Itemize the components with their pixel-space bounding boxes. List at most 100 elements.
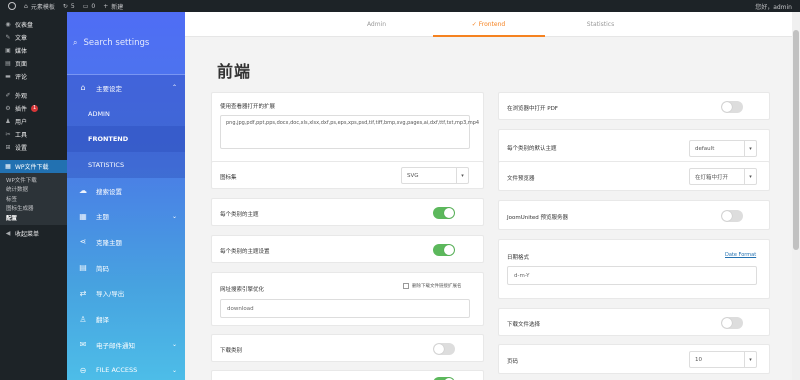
submenu-item-icon-builder[interactable]: 图标生成器 bbox=[0, 204, 67, 214]
sidebar-item-theme[interactable]: ▦ 主题 ⌄ bbox=[67, 203, 185, 229]
settings-search[interactable]: ⌕ Search settings bbox=[67, 12, 185, 74]
sidebar-item-clone-theme[interactable]: ⋖ 克隆主题 bbox=[67, 229, 185, 255]
sidebar-item-email-notify[interactable]: ✉ 电子邮件通知 ⌄ bbox=[67, 332, 185, 358]
field-label: 下载类别 bbox=[220, 348, 243, 354]
chevron-down-icon: ⌄ bbox=[171, 341, 177, 349]
date-format-link[interactable]: Date Format bbox=[725, 252, 756, 258]
menu-item-comment[interactable]: ▬ 评论 bbox=[0, 70, 67, 83]
select-value: 10 bbox=[695, 356, 702, 363]
pin-icon: ✎ bbox=[5, 34, 11, 41]
menu-item-settings[interactable]: ⊞ 设置 bbox=[0, 141, 67, 154]
page-scrollbar[interactable] bbox=[792, 12, 800, 380]
collapse-icon: ◀ bbox=[5, 229, 11, 237]
chevron-down-icon: ▾ bbox=[456, 168, 468, 183]
file-access-icon: ⊖ bbox=[79, 365, 87, 375]
menu-item-plugins[interactable]: ⚙ 插件 1 bbox=[0, 102, 67, 115]
collapse-menu-button[interactable]: ◀ 收起菜单 bbox=[0, 227, 67, 240]
sidebar-item-search-settings[interactable]: ☁ 搜索设置 bbox=[67, 178, 185, 204]
field-label: 每个类别的主题设置 bbox=[220, 249, 270, 255]
field-label: 使用查看器打开的扩展 bbox=[220, 104, 276, 110]
menu-item-dashboard[interactable]: ◉ 仪表盘 bbox=[0, 18, 67, 31]
users-icon: ♟ bbox=[5, 118, 11, 125]
tab-frontend[interactable]: ✓ Frontend bbox=[432, 12, 545, 37]
chevron-down-icon: ▾ bbox=[744, 141, 756, 156]
menu-label: 插件 bbox=[15, 106, 28, 113]
file-preview-select[interactable]: 在灯箱中打开 ▾ bbox=[689, 168, 757, 185]
sidebar-item-statistics[interactable]: STATISTICS bbox=[67, 152, 185, 178]
sidebar-item-frontend[interactable]: FRONTEND bbox=[67, 126, 185, 153]
email-notify-icon: ✉ bbox=[79, 340, 87, 350]
date-format-input[interactable]: d-m-Y bbox=[507, 266, 757, 285]
remove-extension-checkbox[interactable] bbox=[403, 283, 409, 289]
default-theme-select[interactable]: default ▾ bbox=[689, 140, 757, 157]
chevron-down-icon: ⌄ bbox=[171, 366, 177, 374]
theme-per-category-setting-toggle[interactable] bbox=[433, 244, 455, 256]
chevron-up-icon: ⌃ bbox=[171, 84, 177, 92]
download-select-toggle[interactable] bbox=[721, 317, 743, 329]
updates-link[interactable]: ↻ 5 bbox=[63, 3, 75, 10]
pagination-select[interactable]: 10 ▾ bbox=[689, 351, 757, 368]
import-export-icon: ⇄ bbox=[79, 288, 87, 298]
download-category-toggle[interactable] bbox=[433, 343, 455, 355]
tab-statistics[interactable]: Statistics bbox=[545, 12, 657, 36]
settings-icon: ⊞ bbox=[5, 144, 11, 151]
menu-item-pin[interactable]: ✎ 文章 bbox=[0, 31, 67, 44]
collapse-label: 收起菜单 bbox=[15, 230, 40, 238]
sidebar-item-file-access[interactable]: ⊖ FILE ACCESS ⌄ bbox=[67, 358, 185, 380]
sidebar-item-admin[interactable]: ADMIN bbox=[67, 100, 185, 127]
remove-extension-option[interactable]: 删除下载文件链接扩展名 bbox=[403, 283, 462, 289]
menu-item-media[interactable]: ▣ 媒体 bbox=[0, 44, 67, 57]
site-name: 元素模板 bbox=[30, 3, 55, 11]
extensions-textarea[interactable]: png,jpg,pdf,ppt,pps,docx,doc,xls,xlsx,dx… bbox=[220, 115, 479, 149]
select-value: SVG bbox=[407, 172, 419, 179]
account-menu[interactable]: 您好，admin bbox=[755, 2, 792, 11]
theme-icon: ▦ bbox=[79, 211, 87, 221]
comments-link[interactable]: ▭ 0 bbox=[83, 3, 96, 10]
icon-set-select[interactable]: SVG ▾ bbox=[401, 167, 469, 184]
card-file-preview: 文件预览器 在灯箱中打开 ▾ bbox=[498, 161, 770, 191]
sidebar-item-translate[interactable]: ♙ 翻译 bbox=[67, 306, 185, 332]
sidebar-item-main-settings[interactable]: ⌂ 主要设定 ⌃ bbox=[67, 75, 185, 101]
tab-admin[interactable]: Admin bbox=[321, 12, 433, 36]
menu-label: 设置 bbox=[15, 145, 28, 152]
chevron-down-icon: ▾ bbox=[744, 352, 756, 367]
sidebar-item-label: FRONTEND bbox=[88, 135, 129, 144]
field-label: 每个类别的主题 bbox=[220, 212, 259, 218]
comment-bubble-icon: ▭ bbox=[82, 2, 89, 10]
wp-logo-menu[interactable] bbox=[8, 2, 16, 10]
plus-icon: + bbox=[103, 2, 109, 10]
check-icon: ✓ bbox=[471, 21, 477, 28]
menu-item-wp-file-download[interactable]: ▦ WP文件下载 bbox=[0, 160, 67, 173]
media-icon: ▣ bbox=[5, 47, 11, 54]
wp-admin-menu: ◉ 仪表盘 ✎ 文章 ▣ 媒体 ▤ 页面 ▬ 评论 ✐ 外观 ⚙ 插件 1 ♟ 用户 ✂ 工具 ⊞ 设置 ▦ WP文件下… bbox=[0, 12, 67, 380]
card-download-select: 下载文件选择 bbox=[498, 308, 770, 336]
site-name-link[interactable]: ⌂ 元素模板 bbox=[24, 2, 55, 11]
submenu-item-files[interactable]: WP文件下载 bbox=[0, 175, 67, 185]
sidebar-item-label: 导入/导出 bbox=[96, 290, 125, 299]
scrollbar-thumb[interactable] bbox=[793, 30, 799, 250]
menu-item-page[interactable]: ▤ 页面 bbox=[0, 57, 67, 70]
new-content-link[interactable]: + 新建 bbox=[103, 2, 123, 11]
sidebar-item-import-export[interactable]: ⇄ 导入/导出 bbox=[67, 281, 185, 307]
chevron-down-icon: ▾ bbox=[744, 169, 756, 184]
plugin-settings-sidebar: ⌕ Search settings ⌂ 主要设定 ⌃ ADMIN FRONTEN… bbox=[67, 12, 185, 380]
theme-per-category-toggle[interactable] bbox=[433, 207, 455, 219]
joomunited-toggle[interactable] bbox=[721, 210, 743, 222]
menu-item-tools[interactable]: ✂ 工具 bbox=[0, 128, 67, 141]
card-url-rewrite: 网址搜索引擎优化 删除下载文件链接扩展名 download bbox=[211, 272, 484, 326]
url-rewrite-input[interactable]: download bbox=[220, 299, 470, 318]
submenu-item-statistics[interactable]: 统计数据 bbox=[0, 185, 67, 195]
updates-icon: ↻ bbox=[62, 2, 68, 10]
admin-bar: ⌂ 元素模板 ↻ 5 ▭ 0 + 新建 您好，admin bbox=[0, 0, 800, 12]
submenu-item-tags[interactable]: 标签 bbox=[0, 194, 67, 204]
search-input[interactable]: Search settings bbox=[83, 38, 149, 48]
sidebar-item-shortcode[interactable]: ▤ 简码 bbox=[67, 255, 185, 281]
open-pdf-toggle[interactable] bbox=[721, 101, 743, 113]
menu-item-appearance[interactable]: ✐ 外观 bbox=[0, 89, 67, 102]
checkbox-label: 删除下载文件链接扩展名 bbox=[412, 284, 462, 289]
menu-item-users[interactable]: ♟ 用户 bbox=[0, 115, 67, 128]
submenu-item-config[interactable]: 配置 bbox=[0, 213, 67, 223]
greeting: 您好，admin bbox=[755, 4, 792, 11]
menu-label: 页面 bbox=[15, 61, 28, 68]
menu-label: 媒体 bbox=[15, 48, 28, 55]
